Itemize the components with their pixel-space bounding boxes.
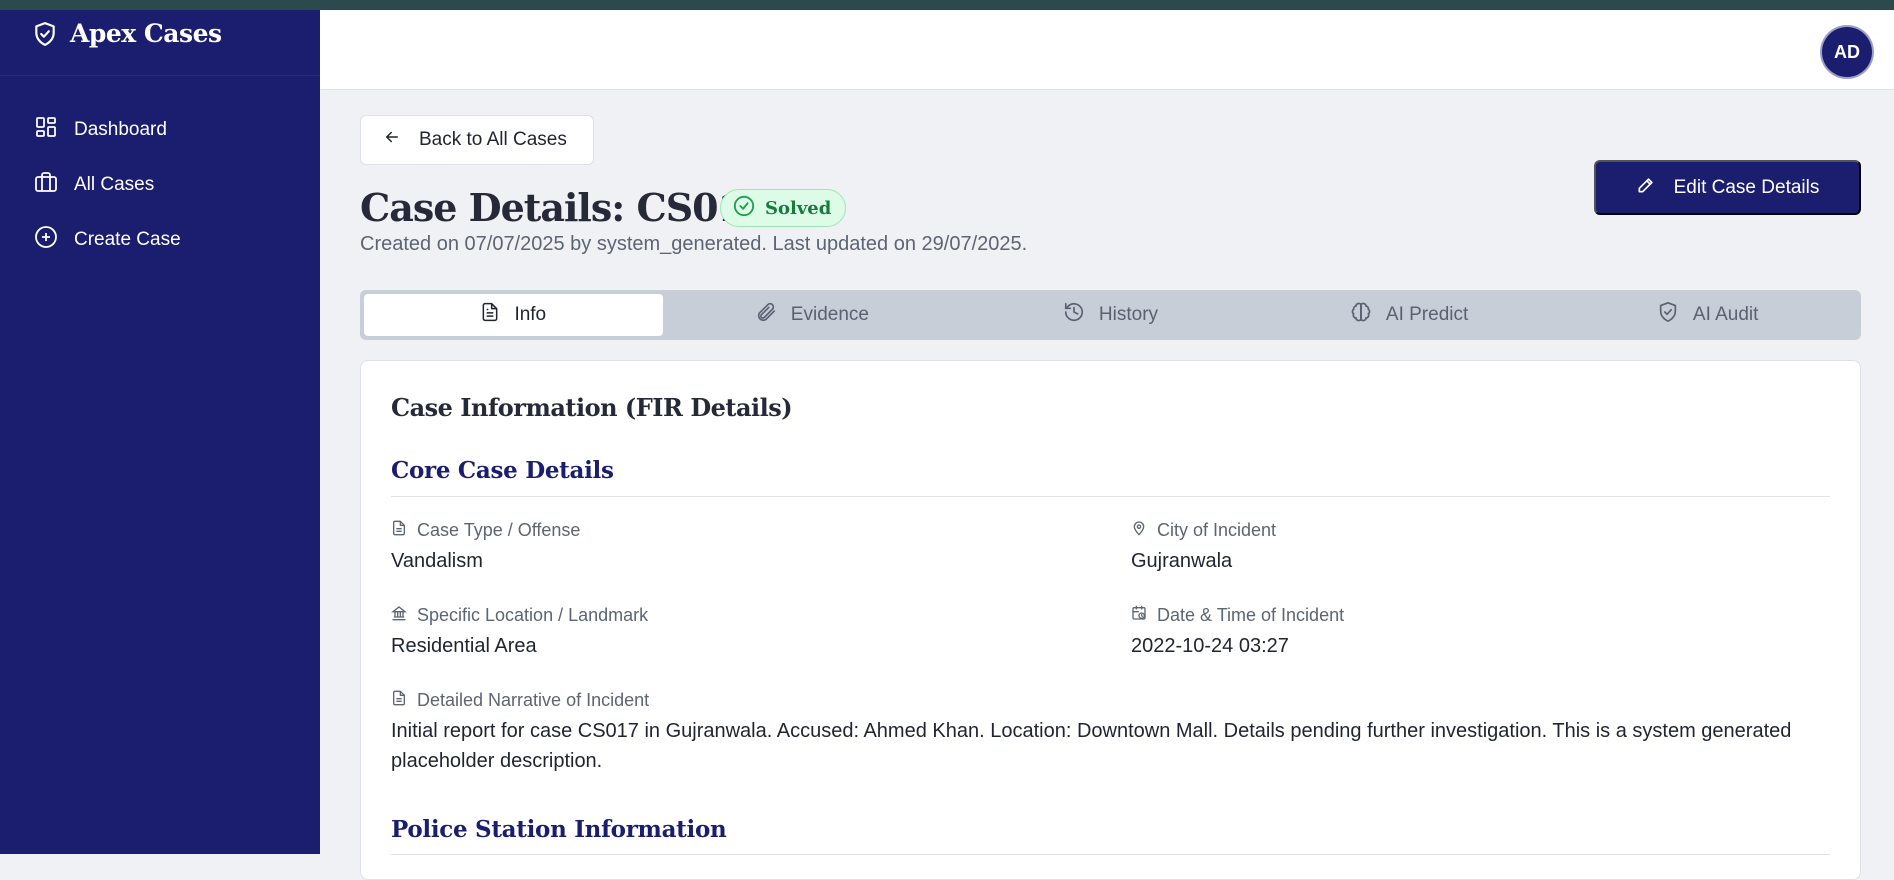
sidebar-item-dashboard[interactable]: Dashboard xyxy=(0,102,320,157)
section-divider xyxy=(391,854,1830,855)
narrative-field: Detailed Narrative of Incident Initial r… xyxy=(391,689,1831,776)
sidebar: Apex Cases Dashboard All Cases Create Ca… xyxy=(0,10,320,854)
tab-history[interactable]: History xyxy=(961,294,1260,336)
tab-bar: Info Evidence History AI Predict AI Audi… xyxy=(360,290,1861,340)
tab-evidence[interactable]: Evidence xyxy=(663,294,962,336)
sidebar-item-label: Dashboard xyxy=(74,118,167,140)
shield-check-icon xyxy=(1657,301,1679,329)
window-top-strip xyxy=(0,0,1894,10)
status-badge: Solved xyxy=(720,189,847,227)
field-value: Gujranwala xyxy=(1131,550,1233,572)
shield-logo-icon xyxy=(32,20,58,53)
sidebar-item-label: All Cases xyxy=(74,173,155,195)
core-case-details-heading: Core Case Details xyxy=(391,457,614,484)
police-station-heading: Police Station Information xyxy=(391,816,727,843)
field-label: Date & Time of Incident xyxy=(1157,604,1345,625)
pencil-icon xyxy=(1636,175,1656,201)
city-field: City of Incident Gujranwala xyxy=(1131,519,1276,576)
sidebar-item-label: Create Case xyxy=(74,228,181,250)
paperclip-icon xyxy=(755,301,777,329)
tab-label: Evidence xyxy=(790,304,869,325)
briefcase-icon xyxy=(34,170,58,200)
location-field: Specific Location / Landmark Residential… xyxy=(391,604,648,661)
arrow-left-icon xyxy=(383,128,401,152)
field-label: Specific Location / Landmark xyxy=(417,604,649,625)
tab-ai-audit[interactable]: AI Audit xyxy=(1558,294,1857,336)
brand[interactable]: Apex Cases xyxy=(0,10,320,76)
tab-label: AI Predict xyxy=(1385,304,1469,325)
sidebar-item-create-case[interactable]: Create Case xyxy=(0,212,320,267)
field-value: Vandalism xyxy=(391,550,483,572)
page-title: Case Details: CS017 xyxy=(360,185,769,230)
datetime-field: Date & Time of Incident 2022-10-24 03:27 xyxy=(1131,604,1344,661)
field-value: Initial report for case CS017 in Gujranw… xyxy=(391,720,1792,772)
plus-circle-icon xyxy=(34,225,58,255)
sidebar-nav: Dashboard All Cases Create Case xyxy=(0,76,320,267)
brand-name: Apex Cases xyxy=(70,19,222,48)
tab-ai-predict[interactable]: AI Predict xyxy=(1260,294,1559,336)
sidebar-item-all-cases[interactable]: All Cases xyxy=(0,157,320,212)
card-title: Case Information (FIR Details) xyxy=(391,393,793,422)
back-button-label: Back to All Cases xyxy=(419,129,567,150)
section-divider xyxy=(391,496,1830,497)
tab-info[interactable]: Info xyxy=(364,294,663,336)
brain-icon xyxy=(1350,301,1372,329)
field-value: 2022-10-24 03:27 xyxy=(1131,635,1289,657)
avatar[interactable]: AD xyxy=(1822,27,1872,77)
map-pin-icon xyxy=(1131,519,1147,542)
calendar-clock-icon xyxy=(1131,604,1147,627)
document-icon xyxy=(391,689,407,712)
back-to-all-cases-button[interactable]: Back to All Cases xyxy=(360,115,594,165)
case-information-card: Case Information (FIR Details) Core Case… xyxy=(360,360,1861,880)
tab-label: AI Audit xyxy=(1692,304,1759,325)
field-value: Residential Area xyxy=(391,635,537,657)
tab-label: History xyxy=(1098,304,1159,325)
page-subtitle: Created on 07/07/2025 by system_generate… xyxy=(360,233,1028,255)
edit-case-details-button[interactable]: Edit Case Details xyxy=(1594,160,1861,215)
document-icon xyxy=(391,519,407,542)
field-label: City of Incident xyxy=(1157,519,1277,540)
document-icon xyxy=(480,301,500,329)
landmark-icon xyxy=(391,604,407,627)
top-header: AD xyxy=(320,10,1894,90)
case-type-field: Case Type / Offense Vandalism xyxy=(391,519,580,576)
tab-label: Info xyxy=(514,304,547,325)
edit-button-label: Edit Case Details xyxy=(1673,176,1820,198)
check-circle-icon xyxy=(733,195,755,222)
field-label: Detailed Narrative of Incident xyxy=(417,689,650,710)
field-label: Case Type / Offense xyxy=(417,519,581,540)
status-label: Solved xyxy=(765,197,832,219)
dashboard-icon xyxy=(34,115,58,145)
history-icon xyxy=(1063,301,1085,329)
